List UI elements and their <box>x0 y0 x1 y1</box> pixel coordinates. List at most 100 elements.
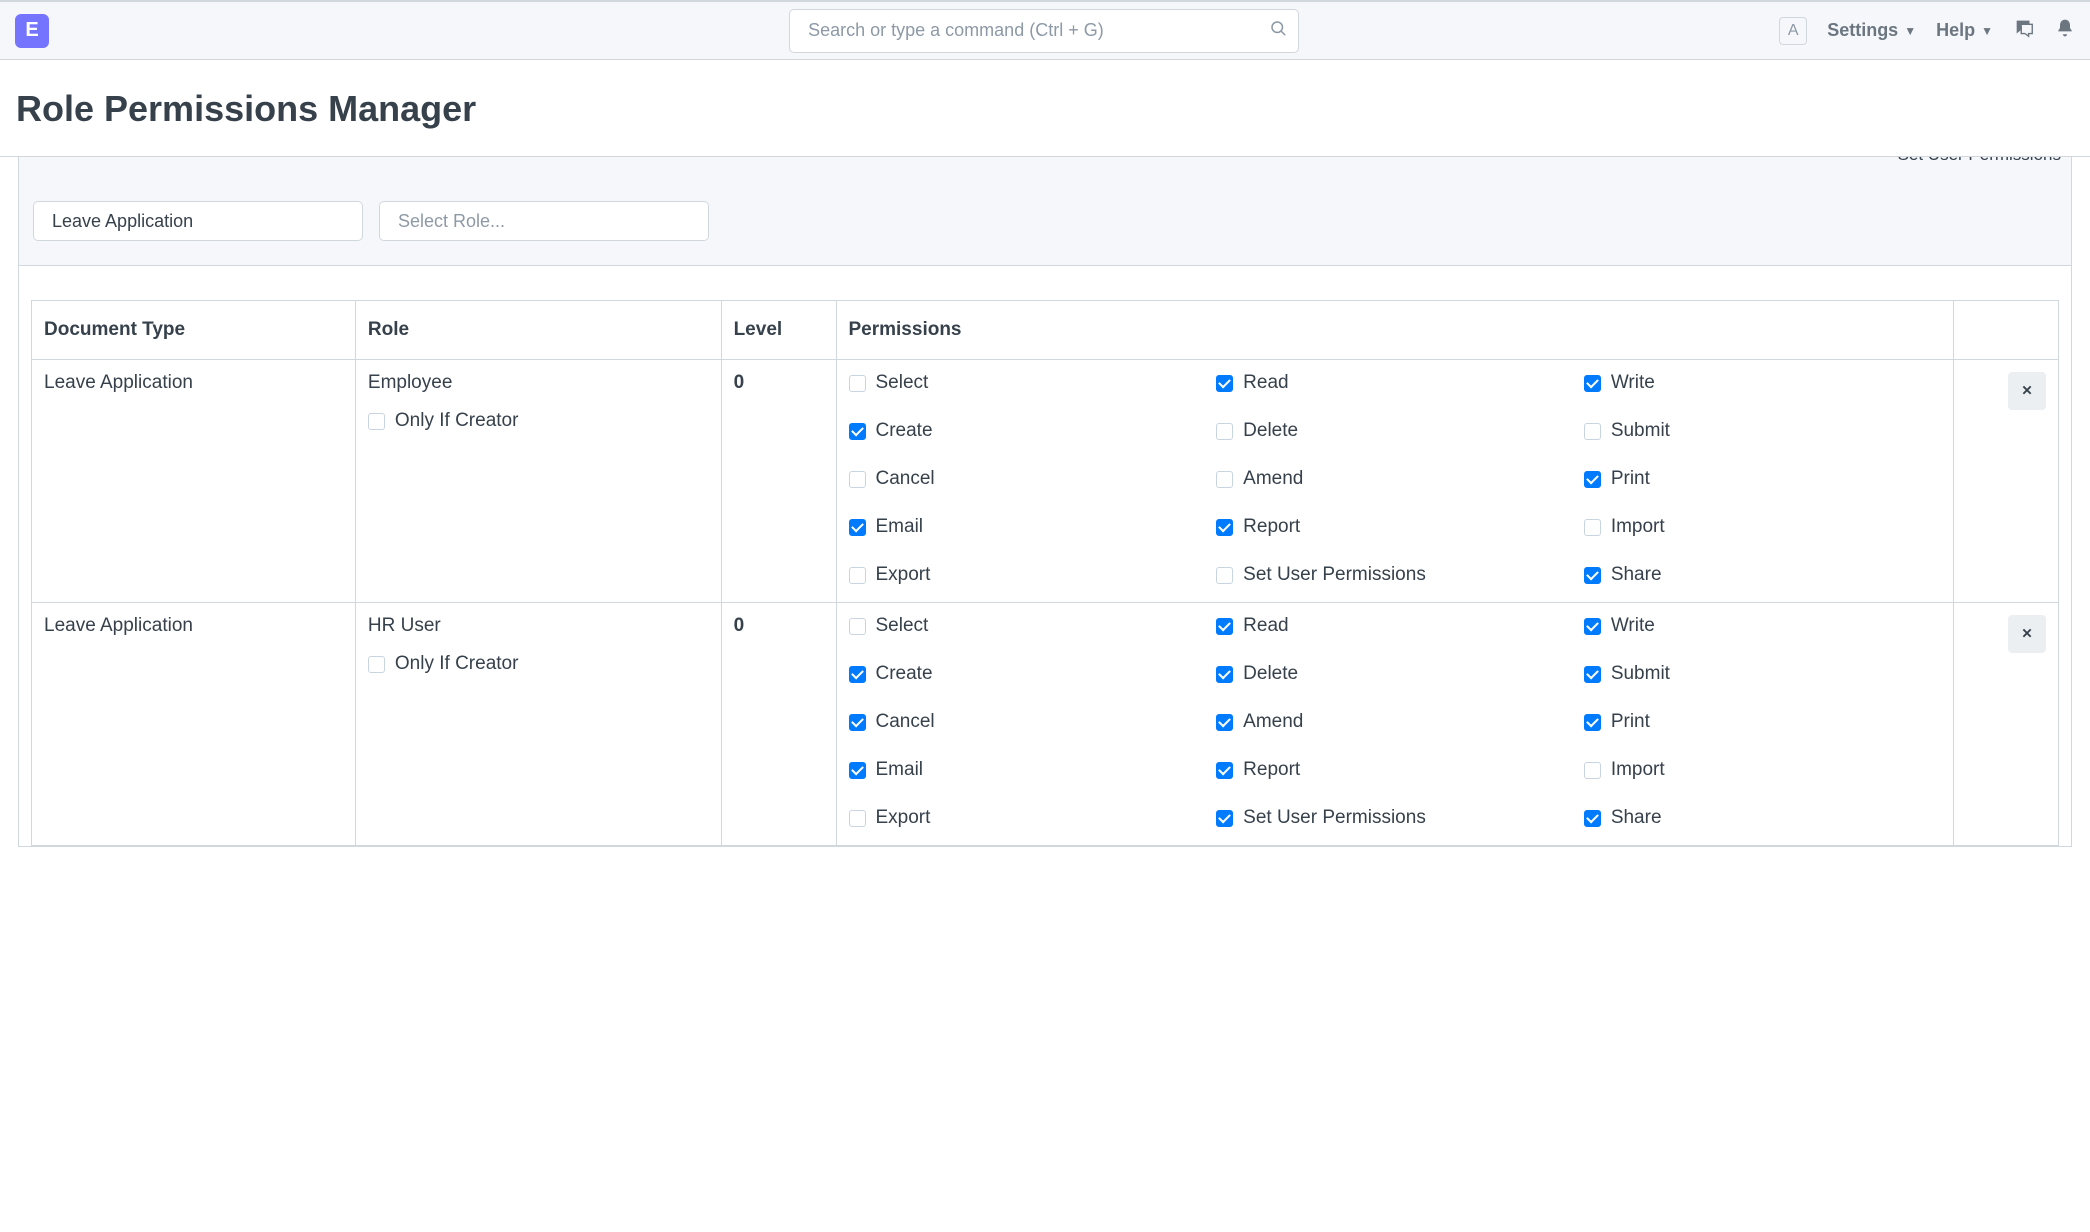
perm-checkbox[interactable] <box>849 423 866 440</box>
perm-checkbox[interactable] <box>1584 810 1601 827</box>
perm-label: Share <box>1611 564 1662 586</box>
perm-label: Import <box>1611 516 1665 538</box>
cell-permissions: SelectReadWriteCreateDeleteSubmitCancelA… <box>836 360 1954 603</box>
perm-label: Import <box>1611 759 1665 781</box>
perm-item: Share <box>1584 807 1942 829</box>
cell-role: HR UserOnly If Creator <box>355 603 721 846</box>
doctype-filter[interactable]: Leave Application <box>33 201 363 241</box>
perm-checkbox[interactable] <box>1216 423 1233 440</box>
perm-checkbox[interactable] <box>1216 666 1233 683</box>
delete-row-button[interactable]: ✕ <box>2008 372 2046 410</box>
cell-doctype: Leave Application <box>32 360 356 603</box>
form-panel: Set User Permissions Leave Application S… <box>18 157 2072 847</box>
perm-label: Print <box>1611 711 1650 733</box>
perm-label: Report <box>1243 516 1300 538</box>
perm-item: Amend <box>1216 711 1574 733</box>
role-name: Employee <box>368 372 709 394</box>
perm-checkbox[interactable] <box>1584 714 1601 731</box>
perm-checkbox[interactable] <box>1216 567 1233 584</box>
only-if-creator-checkbox[interactable] <box>368 656 385 673</box>
perm-item: Import <box>1584 759 1942 781</box>
toolbar-clipped: Set User Permissions <box>19 157 2071 177</box>
perm-checkbox[interactable] <box>849 810 866 827</box>
perm-checkbox[interactable] <box>1584 666 1601 683</box>
perm-checkbox[interactable] <box>1584 423 1601 440</box>
search-input[interactable] <box>789 9 1299 53</box>
table-wrap: Document Type Role Level Permissions Lea… <box>19 266 2071 846</box>
doctype-filter-value: Leave Application <box>52 211 193 231</box>
page-title: Role Permissions Manager <box>16 88 2074 130</box>
perm-item: Set User Permissions <box>1216 564 1574 586</box>
perm-label: Export <box>876 564 931 586</box>
permissions-grid: SelectReadWriteCreateDeleteSubmitCancelA… <box>849 372 1942 586</box>
settings-menu[interactable]: Settings ▼ <box>1827 20 1916 41</box>
perm-checkbox[interactable] <box>849 519 866 536</box>
chat-icon[interactable] <box>2013 17 2035 45</box>
perm-checkbox[interactable] <box>849 762 866 779</box>
perm-checkbox[interactable] <box>849 618 866 635</box>
perm-checkbox[interactable] <box>1216 762 1233 779</box>
perm-item: Write <box>1584 615 1942 637</box>
role-filter[interactable]: Select Role... <box>379 201 709 241</box>
perm-checkbox[interactable] <box>1216 519 1233 536</box>
perm-item: Delete <box>1216 663 1574 685</box>
navbar-center <box>49 9 1779 53</box>
cell-permissions: SelectReadWriteCreateDeleteSubmitCancelA… <box>836 603 1954 846</box>
close-icon: ✕ <box>2021 626 2032 642</box>
perm-item: Select <box>849 615 1207 637</box>
table-row: Leave Application Employee Only If Creator… <box>32 360 2059 603</box>
perm-checkbox[interactable] <box>1216 471 1233 488</box>
perm-checkbox[interactable] <box>1216 714 1233 731</box>
perm-item: Cancel <box>849 711 1207 733</box>
set-user-permissions-button[interactable]: Set User Permissions <box>1898 157 2061 177</box>
cell-actions: ✕ <box>1954 360 2059 603</box>
cell-doctype: Leave Application <box>32 603 356 846</box>
avatar-letter: A <box>1788 22 1799 40</box>
perm-checkbox[interactable] <box>1216 618 1233 635</box>
perm-label: Export <box>876 807 931 829</box>
perm-label: Email <box>876 759 924 781</box>
perm-item: Submit <box>1584 420 1942 442</box>
cell-level: 0 <box>721 603 836 846</box>
perm-checkbox[interactable] <box>849 666 866 683</box>
th-permissions: Permissions <box>836 301 1954 360</box>
bell-icon[interactable] <box>2055 17 2075 45</box>
search-icon[interactable] <box>1269 19 1287 43</box>
filter-row: Leave Application Select Role... <box>19 177 2071 266</box>
perm-label: Delete <box>1243 420 1298 442</box>
perm-label: Email <box>876 516 924 538</box>
perm-checkbox[interactable] <box>1584 375 1601 392</box>
perm-checkbox[interactable] <box>1584 567 1601 584</box>
perm-checkbox[interactable] <box>849 375 866 392</box>
perm-item: Export <box>849 564 1207 586</box>
perm-checkbox[interactable] <box>1584 519 1601 536</box>
perm-label: Read <box>1243 615 1288 637</box>
delete-row-button[interactable]: ✕ <box>2008 615 2046 653</box>
app-logo[interactable]: E <box>15 14 49 48</box>
perm-checkbox[interactable] <box>1216 375 1233 392</box>
cell-role: Employee Only If Creator <box>355 360 721 603</box>
perm-item: Write <box>1584 372 1942 394</box>
perm-label: Amend <box>1243 711 1303 733</box>
perm-item: Amend <box>1216 468 1574 490</box>
role-filter-placeholder: Select Role... <box>398 211 505 231</box>
perm-checkbox[interactable] <box>1584 762 1601 779</box>
perm-item: Print <box>1584 711 1942 733</box>
only-if-creator-checkbox[interactable] <box>368 413 385 430</box>
navbar-left: E <box>15 14 49 48</box>
level-value: 0 <box>734 372 745 393</box>
perm-item: Report <box>1216 516 1574 538</box>
perm-label: Create <box>876 420 933 442</box>
perm-item: Print <box>1584 468 1942 490</box>
perm-checkbox[interactable] <box>1216 810 1233 827</box>
perm-checkbox[interactable] <box>849 714 866 731</box>
perm-checkbox[interactable] <box>849 471 866 488</box>
help-menu[interactable]: Help ▼ <box>1936 20 1993 41</box>
only-if-creator-label: Only If Creator <box>395 410 519 432</box>
role-name: HR User <box>368 615 709 637</box>
perm-checkbox[interactable] <box>1584 471 1601 488</box>
perm-checkbox[interactable] <box>849 567 866 584</box>
perm-checkbox[interactable] <box>1584 618 1601 635</box>
perm-item: Import <box>1584 516 1942 538</box>
avatar[interactable]: A <box>1779 17 1807 45</box>
